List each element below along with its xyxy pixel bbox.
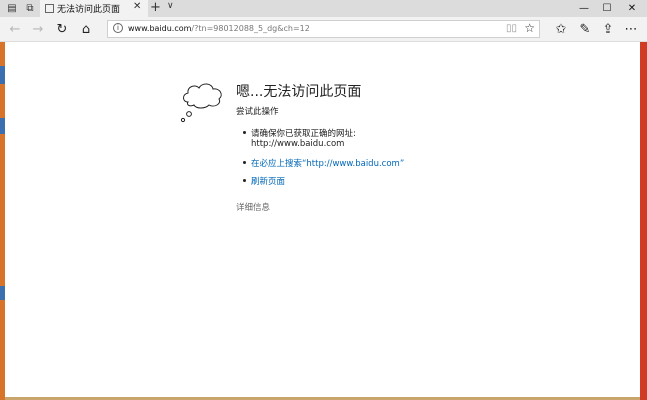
tab-aside-icon[interactable]: ▤ (4, 1, 20, 16)
bullet (243, 131, 246, 134)
url-path: /?tn=98012088_5_dg&ch=12 (191, 24, 310, 33)
favorite-star-icon[interactable]: ☆ (524, 21, 535, 35)
favorites-hub-icon[interactable]: ✩ (551, 20, 571, 38)
reading-view-icon[interactable]: ▯▯ (506, 23, 517, 34)
tab-menu-icon[interactable]: ∨ (167, 1, 174, 11)
info-icon[interactable]: i (113, 23, 123, 33)
details-link[interactable]: 详细信息 (236, 201, 270, 213)
url-text[interactable]: www.baidu.com/?tn=98012088_5_dg&ch=12 (128, 24, 310, 33)
bullet (243, 179, 246, 182)
refresh-icon[interactable]: ↻ (52, 20, 72, 38)
web-note-icon[interactable]: ✎ (575, 20, 595, 38)
url-host: www.baidu.com (128, 24, 192, 33)
desktop-right-edge (640, 42, 647, 400)
tab-title: 无法访问此页面 (57, 5, 121, 15)
forward-icon[interactable]: → (28, 20, 48, 38)
refresh-page-link[interactable]: 刷新页面 (251, 175, 285, 187)
close-icon[interactable]: ✕ (133, 1, 141, 12)
tab-active[interactable]: 无法访问此页面 ✕ (40, 0, 148, 17)
search-bing-link[interactable]: 在必应上搜索“http://www.baidu.com” (251, 157, 404, 169)
requested-url: http://www.baidu.com (251, 139, 345, 149)
thought-cloud-icon (180, 83, 222, 123)
home-icon[interactable]: ⌂ (76, 20, 96, 38)
try-this-heading: 尝试此操作 (236, 107, 279, 117)
desktop-left-edge (0, 42, 5, 400)
check-address-text: 请确保你已获取正确的网址: (251, 129, 356, 139)
close-window-icon[interactable]: ✕ (620, 0, 644, 17)
desktop-icon-sliver (0, 118, 5, 134)
back-icon[interactable]: ← (5, 20, 25, 38)
desktop-icon-sliver (0, 66, 5, 84)
tab-preview-icon[interactable]: ⧉ (22, 1, 38, 16)
more-icon[interactable]: ⋯ (621, 20, 641, 38)
new-tab-icon[interactable]: + (150, 0, 161, 15)
maximize-icon[interactable]: ☐ (595, 0, 619, 17)
tab-strip: ▤ ⧉ 无法访问此页面 ✕ + ∨ — ☐ ✕ (0, 0, 647, 17)
page-title: 嗯...无法访问此页面 (236, 84, 362, 100)
bullet (243, 161, 246, 164)
desktop-icon-sliver (0, 286, 5, 300)
navigation-bar: ← → ↻ ⌂ i www.baidu.com/?tn=98012088_5_d… (0, 17, 647, 42)
address-bar[interactable]: i www.baidu.com/?tn=98012088_5_dg&ch=12 … (107, 20, 540, 38)
share-icon[interactable]: ⇪ (598, 20, 618, 38)
page-icon (45, 4, 54, 13)
minimize-icon[interactable]: — (572, 0, 596, 17)
